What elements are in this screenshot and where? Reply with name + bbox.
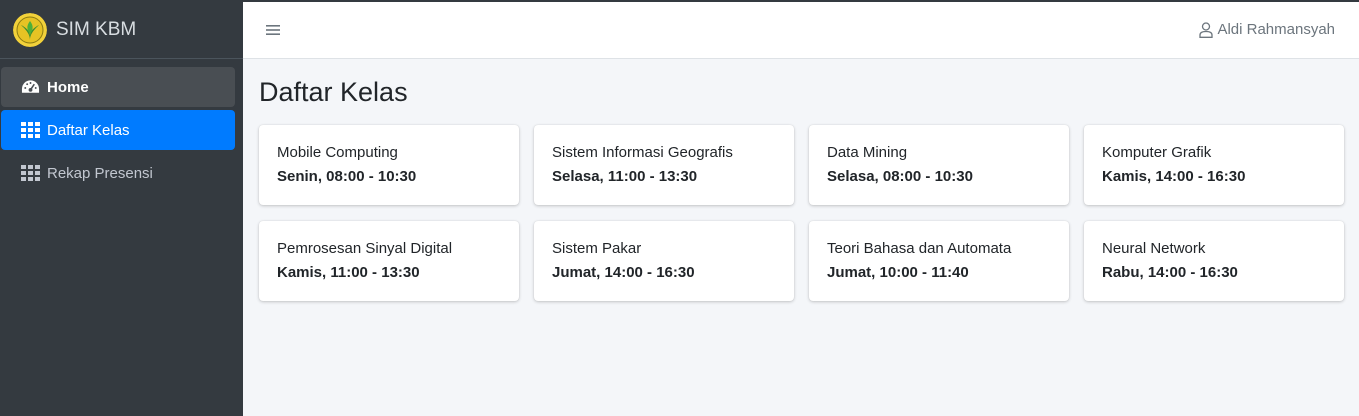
user-menu[interactable]: Aldi Rahmansyah bbox=[1199, 21, 1335, 38]
sidebar-item-label: Home bbox=[47, 78, 89, 96]
dashboard-gauge-icon bbox=[21, 80, 40, 93]
class-name: Mobile Computing bbox=[277, 144, 398, 161]
class-card[interactable]: Neural Network Rabu, 14:00 - 16:30 bbox=[1084, 221, 1344, 301]
class-name: Sistem Pakar bbox=[552, 240, 642, 257]
sidebar-item-home[interactable]: Home bbox=[1, 67, 235, 107]
class-schedule: Selasa, 11:00 - 13:30 bbox=[552, 168, 698, 185]
class-schedule: Senin, 08:00 - 10:30 bbox=[277, 168, 417, 185]
hamburger-menu-icon[interactable] bbox=[265, 22, 281, 38]
class-card[interactable]: Sistem Pakar Jumat, 14:00 - 16:30 bbox=[534, 221, 794, 301]
grid-table-icon bbox=[21, 122, 40, 138]
brand-name: SIM KBM bbox=[56, 19, 137, 40]
class-schedule: Jumat, 14:00 - 16:30 bbox=[552, 264, 695, 281]
class-card[interactable]: Komputer Grafik Kamis, 14:00 - 16:30 bbox=[1084, 125, 1344, 205]
sidebar: SIM KBM Home Daftar Kelas Rekap Presensi bbox=[0, 2, 243, 416]
class-card[interactable]: Teori Bahasa dan Automata Jumat, 10:00 -… bbox=[809, 221, 1069, 301]
top-navbar: Aldi Rahmansyah bbox=[243, 2, 1359, 59]
class-name: Sistem Informasi Geografis bbox=[552, 144, 733, 161]
class-schedule: Jumat, 10:00 - 11:40 bbox=[827, 264, 969, 281]
class-schedule: Rabu, 14:00 - 16:30 bbox=[1102, 264, 1238, 281]
class-card[interactable]: Pemrosesan Sinyal Digital Kamis, 11:00 -… bbox=[259, 221, 519, 301]
sidebar-item-daftar-kelas[interactable]: Daftar Kelas bbox=[1, 110, 235, 150]
sidebar-nav: Home Daftar Kelas Rekap Presensi bbox=[0, 59, 243, 193]
grid-table-icon bbox=[21, 165, 40, 181]
sidebar-item-rekap-presensi[interactable]: Rekap Presensi bbox=[1, 153, 235, 193]
user-name: Aldi Rahmansyah bbox=[1217, 21, 1335, 38]
class-name: Data Mining bbox=[827, 144, 908, 161]
brand-logo-icon bbox=[13, 13, 47, 47]
class-name: Neural Network bbox=[1102, 240, 1206, 257]
class-name: Teori Bahasa dan Automata bbox=[827, 240, 1012, 257]
user-outline-icon bbox=[1199, 21, 1214, 38]
main-content: Daftar Kelas Mobile Computing Senin, 08:… bbox=[243, 59, 1359, 416]
class-name: Pemrosesan Sinyal Digital bbox=[277, 240, 453, 257]
class-schedule: Kamis, 14:00 - 16:30 bbox=[1102, 168, 1246, 185]
page-title: Daftar Kelas bbox=[259, 77, 408, 107]
sidebar-item-label: Daftar Kelas bbox=[47, 121, 130, 139]
class-card[interactable]: Mobile Computing Senin, 08:00 - 10:30 bbox=[259, 125, 519, 205]
sidebar-item-label: Rekap Presensi bbox=[47, 164, 153, 182]
class-card[interactable]: Data Mining Selasa, 08:00 - 10:30 bbox=[809, 125, 1069, 205]
class-name: Komputer Grafik bbox=[1102, 144, 1212, 161]
brand-link[interactable]: SIM KBM bbox=[0, 2, 243, 59]
class-schedule: Selasa, 08:00 - 10:30 bbox=[827, 168, 973, 185]
class-schedule: Kamis, 11:00 - 13:30 bbox=[277, 264, 420, 281]
class-card[interactable]: Sistem Informasi Geografis Selasa, 11:00… bbox=[534, 125, 794, 205]
